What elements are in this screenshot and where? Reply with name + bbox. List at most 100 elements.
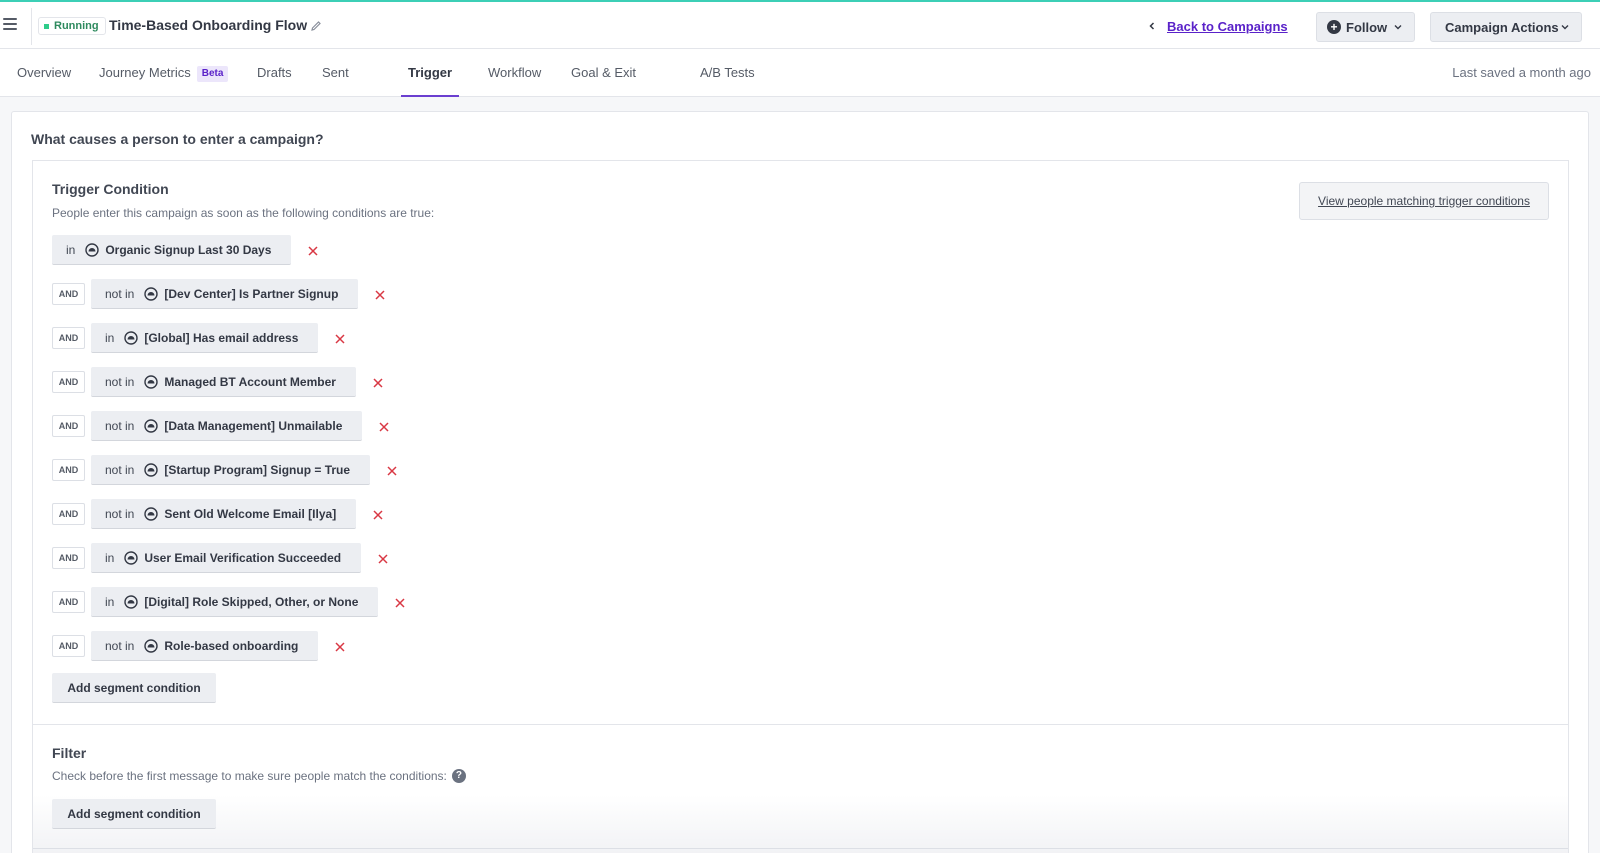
condition-row: AND in User Email Verification Succeeded [52, 543, 389, 573]
segment-icon [124, 594, 139, 609]
condition-operator: not in [105, 462, 135, 477]
condition-row: AND not in [Startup Program] Signup = True [52, 455, 398, 485]
condition-row: AND in [Global] Has email address [52, 323, 346, 353]
add-trigger-segment-condition-button[interactable]: Add segment condition [52, 673, 216, 703]
condition-operator: in [105, 550, 115, 565]
segment-icon [124, 550, 139, 565]
condition-operator: in [66, 242, 76, 257]
remove-condition-icon[interactable] [372, 508, 384, 520]
tab-sent[interactable]: Sent [322, 49, 349, 97]
remove-condition-icon[interactable] [372, 376, 384, 388]
condition-operator: in [105, 594, 115, 609]
divider [33, 848, 1568, 849]
remove-condition-icon[interactable] [378, 420, 390, 432]
condition-operator: not in [105, 638, 135, 653]
add-filter-segment-condition-button[interactable]: Add segment condition [52, 799, 216, 829]
segment-name: [Data Management] Unmailable [164, 418, 343, 433]
segment-name: Sent Old Welcome Email [Ilya] [164, 506, 337, 521]
top-header: Running Time-Based Onboarding Flow Back … [0, 0, 1600, 49]
condition-row: AND not in Managed BT Account Member [52, 367, 384, 397]
tab-journey-metrics[interactable]: Journey Metrics Beta [99, 49, 229, 97]
filter-description-text: Check before the first message to make s… [52, 769, 447, 783]
segment-condition-pill[interactable]: in Organic Signup Last 30 Days [52, 235, 292, 265]
condition-row: AND not in [Data Management] Unmailable [52, 411, 390, 441]
condition-row: AND not in Role-based onboarding [52, 631, 346, 661]
segment-icon [144, 418, 159, 433]
segment-condition-pill[interactable]: not in Role-based onboarding [91, 631, 319, 661]
last-saved-text: Last saved a month ago [1452, 65, 1591, 80]
chevron-down-icon [1561, 25, 1569, 30]
filter-description: Check before the first message to make s… [52, 769, 466, 783]
chevron-left-icon [1149, 22, 1155, 30]
segment-name: Organic Signup Last 30 Days [105, 242, 272, 257]
segment-icon [144, 374, 159, 389]
divider [31, 8, 32, 45]
segment-condition-pill[interactable]: not in Sent Old Welcome Email [Ilya] [91, 499, 357, 529]
condition-operator: in [105, 330, 115, 345]
back-to-campaigns-link[interactable]: Back to Campaigns [1149, 19, 1288, 34]
and-operator-badge[interactable]: AND [52, 635, 85, 657]
section-question: What causes a person to enter a campaign… [31, 131, 324, 147]
pencil-icon[interactable] [310, 20, 322, 32]
segment-name: User Email Verification Succeeded [144, 550, 342, 565]
campaign-actions-button[interactable]: Campaign Actions [1430, 12, 1582, 42]
tab-goal-exit[interactable]: Goal & Exit [571, 49, 636, 97]
trigger-condition-description: People enter this campaign as soon as th… [52, 206, 435, 220]
segment-icon [124, 330, 139, 345]
segment-name: [Startup Program] Signup = True [164, 462, 351, 477]
follow-button[interactable]: + Follow [1316, 12, 1415, 42]
remove-condition-icon[interactable] [377, 552, 389, 564]
remove-condition-icon[interactable] [334, 640, 346, 652]
hamburger-menu-icon[interactable] [3, 18, 17, 31]
follow-label: Follow [1346, 19, 1388, 35]
segment-name: [Digital] Role Skipped, Other, or None [144, 594, 359, 609]
condition-row: AND not in Sent Old Welcome Email [Ilya] [52, 499, 384, 529]
segment-condition-pill[interactable]: in [Digital] Role Skipped, Other, or None [91, 587, 379, 617]
and-operator-badge[interactable]: AND [52, 415, 85, 437]
tab-overview[interactable]: Overview [17, 49, 71, 97]
condition-row: AND in [Digital] Role Skipped, Other, or N… [52, 587, 406, 617]
back-link-label: Back to Campaigns [1167, 19, 1288, 34]
tab-ab-tests[interactable]: A/B Tests [700, 49, 755, 97]
segment-icon [85, 242, 100, 257]
segment-condition-pill[interactable]: in User Email Verification Succeeded [91, 543, 362, 573]
and-operator-badge[interactable]: AND [52, 283, 85, 305]
remove-condition-icon[interactable] [386, 464, 398, 476]
segment-icon [144, 638, 159, 653]
segment-condition-pill[interactable]: not in [Dev Center] Is Partner Signup [91, 279, 359, 309]
status-dot-icon [44, 23, 49, 29]
tab-trigger[interactable]: Trigger [401, 49, 460, 97]
view-people-matching-button[interactable]: View people matching trigger conditions [1299, 182, 1549, 220]
and-operator-badge[interactable]: AND [52, 371, 85, 393]
segment-name: Managed BT Account Member [164, 374, 336, 389]
and-operator-badge[interactable]: AND [52, 503, 85, 525]
condition-operator: not in [105, 374, 135, 389]
tab-workflow[interactable]: Workflow [488, 49, 541, 97]
campaign-actions-label: Campaign Actions [1445, 19, 1559, 35]
segment-condition-pill[interactable]: not in Managed BT Account Member [91, 367, 356, 397]
page-title[interactable]: Time-Based Onboarding Flow [109, 17, 307, 33]
segment-name: [Global] Has email address [144, 330, 299, 345]
beta-badge: Beta [196, 66, 229, 82]
condition-row: AND not in [Dev Center] Is Partner Signup [52, 279, 386, 309]
and-operator-badge[interactable]: AND [52, 459, 85, 481]
remove-condition-icon[interactable] [374, 288, 386, 300]
section-divider [33, 724, 1568, 725]
segment-name: Role-based onboarding [164, 638, 299, 653]
segment-condition-pill[interactable]: not in [Startup Program] Signup = True [91, 455, 371, 485]
condition-row: in Organic Signup Last 30 Days [52, 235, 319, 265]
and-operator-badge[interactable]: AND [52, 547, 85, 569]
status-badge: Running [38, 17, 106, 35]
help-icon[interactable]: ? [451, 769, 466, 783]
plus-circle-icon: + [1327, 20, 1341, 34]
and-operator-badge[interactable]: AND [52, 327, 85, 349]
and-operator-badge[interactable]: AND [52, 591, 85, 613]
remove-condition-icon[interactable] [394, 596, 406, 608]
remove-condition-icon[interactable] [307, 244, 319, 256]
segment-condition-pill[interactable]: not in [Data Management] Unmailable [91, 411, 363, 441]
filter-title: Filter [52, 745, 87, 761]
segment-condition-pill[interactable]: in [Global] Has email address [91, 323, 319, 353]
segment-icon [144, 506, 159, 521]
remove-condition-icon[interactable] [334, 332, 346, 344]
tab-drafts[interactable]: Drafts [257, 49, 292, 97]
